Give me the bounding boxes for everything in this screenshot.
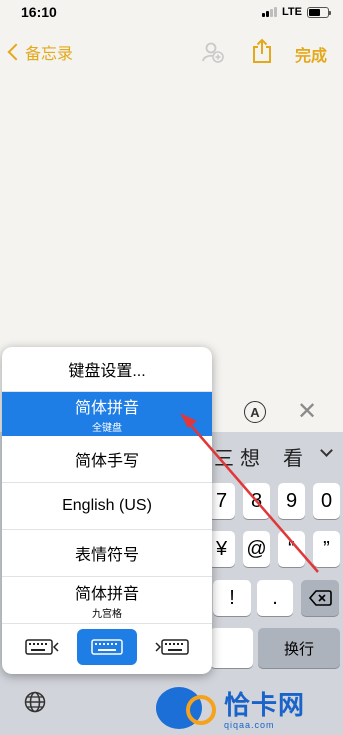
watermark: 恰卡网 qiqaa.com xyxy=(156,680,343,735)
watermark-logo xyxy=(156,686,216,729)
annotation-arrow xyxy=(180,413,319,573)
watermark-sub: qiqaa.com xyxy=(224,720,275,730)
watermark-title: 恰卡网 xyxy=(224,690,306,720)
